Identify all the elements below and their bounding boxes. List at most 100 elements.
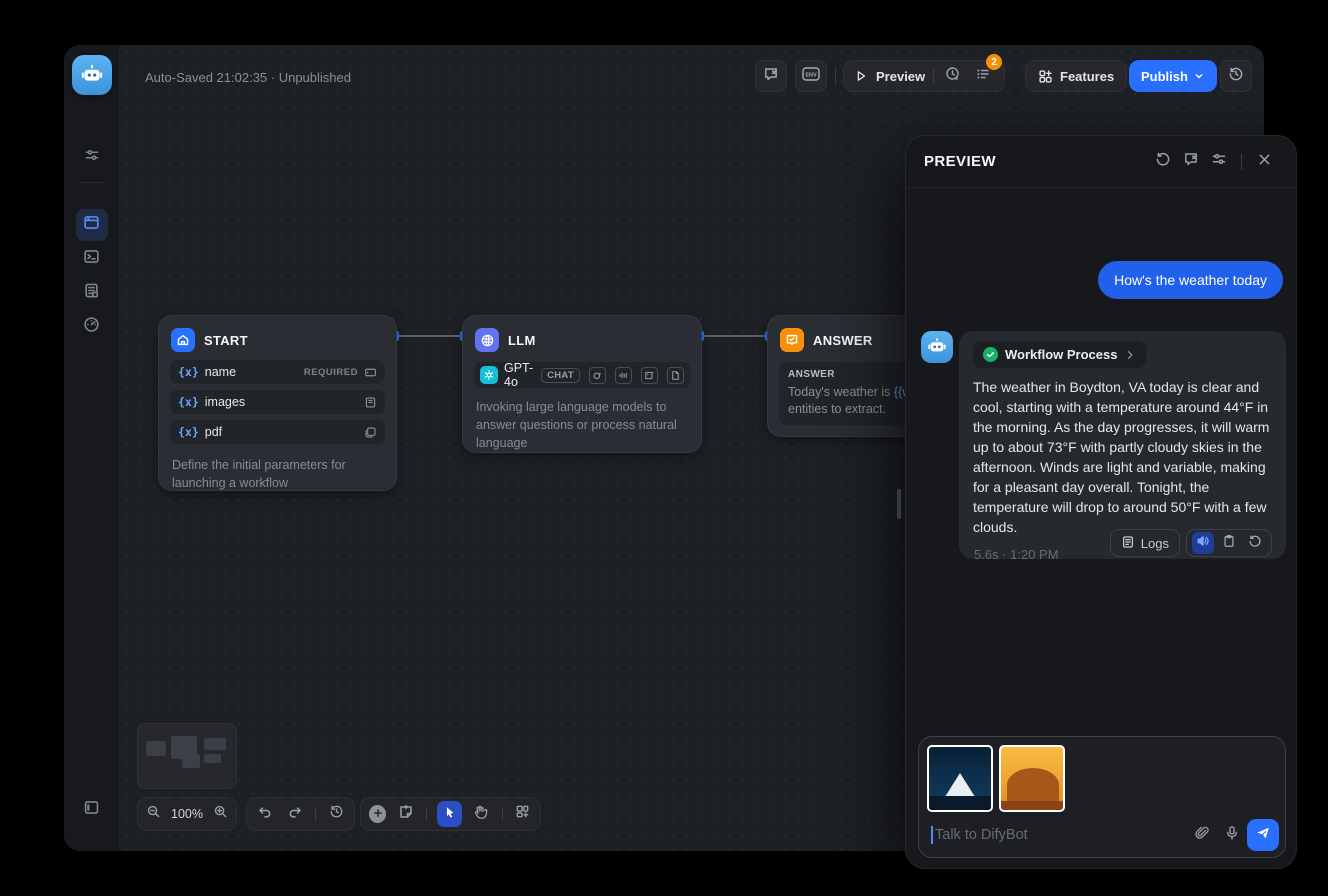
window-icon: [83, 214, 100, 236]
preview-button[interactable]: Preview: [876, 69, 925, 84]
workflow-process-toggle[interactable]: Workflow Process: [973, 341, 1146, 368]
plus-icon: [373, 805, 383, 823]
publish-label: Publish: [1141, 69, 1188, 84]
features-icon: [1038, 69, 1053, 84]
zoom-in-button[interactable]: [213, 804, 228, 824]
conversation-settings-button[interactable]: [1205, 148, 1233, 176]
features-label: Features: [1060, 69, 1114, 84]
openai-icon: [480, 366, 498, 384]
start-field-images[interactable]: {x} images: [170, 390, 385, 414]
toolbar-divider: [502, 807, 503, 821]
close-preview-button[interactable]: [1250, 148, 1278, 176]
logs-label: Logs: [1141, 536, 1169, 551]
variable-icon: {x}: [178, 425, 199, 439]
attach-file-button[interactable]: [1187, 820, 1217, 850]
text-cursor: [931, 826, 933, 844]
sidebar-item-logs[interactable]: [76, 277, 108, 309]
change-history-button[interactable]: [326, 804, 346, 824]
layout-grid-icon: [515, 804, 530, 824]
bot-message-card: Workflow Process The weather in Boydton,…: [959, 331, 1286, 559]
logs-icon: [83, 282, 100, 304]
start-field-name[interactable]: {x} name REQUIRED: [170, 360, 385, 384]
attachment-orange-mountain-image[interactable]: [999, 745, 1065, 812]
hand-mode-button[interactable]: [472, 804, 491, 824]
zoom-out-button[interactable]: [146, 804, 161, 824]
toolbar-divider: [315, 807, 316, 821]
annotation-button[interactable]: [755, 60, 787, 92]
close-icon: [1257, 152, 1272, 172]
add-node-button[interactable]: [369, 805, 386, 823]
minimap[interactable]: [137, 723, 237, 789]
logs-button[interactable]: Logs: [1110, 529, 1180, 557]
toolbar-divider: [426, 807, 427, 821]
pointer-mode-button[interactable]: [437, 801, 462, 827]
terminal-icon: [83, 248, 100, 270]
chat-input-row: [919, 813, 1285, 857]
start-field-pdf[interactable]: {x} pdf: [170, 420, 385, 444]
variable-icon: {x}: [178, 365, 199, 379]
sea-shape: [1001, 801, 1063, 810]
preview-title: PREVIEW: [924, 153, 1149, 170]
regenerate-button[interactable]: [1244, 532, 1266, 554]
redo-button[interactable]: [285, 804, 305, 824]
sidebar-item-api[interactable]: [76, 243, 108, 275]
edge-llm-answer: [702, 335, 767, 337]
text-to-speech-button[interactable]: [1192, 532, 1214, 554]
sidebar-item-orchestrate[interactable]: [76, 209, 108, 241]
organize-nodes-button[interactable]: [513, 804, 532, 824]
zoom-level[interactable]: 100%: [171, 807, 203, 821]
app-settings-button[interactable]: [76, 141, 108, 173]
screen: Auto-Saved 21:02:35 · Unpublished ENV P: [0, 0, 1328, 896]
short-text-input-icon: [364, 366, 377, 379]
chat-input[interactable]: [935, 827, 1187, 843]
llm-model-selector[interactable]: GPT-4o CHAT: [474, 362, 690, 388]
cursor-icon: [443, 805, 457, 824]
version-history-button[interactable]: [1220, 60, 1252, 92]
node-llm[interactable]: LLM GPT-4o CHAT: [462, 315, 702, 453]
play-icon: [854, 69, 868, 83]
send-button[interactable]: [1247, 819, 1279, 851]
chevron-down-icon: [1193, 70, 1205, 82]
canvas-tools-toolbar: [360, 797, 541, 831]
svg-text:ENV: ENV: [805, 72, 816, 78]
send-icon: [1255, 825, 1271, 846]
logs-icon: [1121, 535, 1135, 552]
voice-input-button[interactable]: [1217, 820, 1247, 850]
header-divider: [1241, 154, 1242, 170]
bot-avatar: [921, 331, 953, 363]
features-button[interactable]: Features: [1025, 60, 1127, 92]
sidebar-divider: [80, 182, 104, 183]
audio-capability-icon: [615, 367, 632, 384]
node-llm-title: LLM: [508, 333, 536, 348]
env-icon: ENV: [802, 67, 820, 86]
app-logo[interactable]: [72, 55, 112, 95]
answer-text-plain: Today's weather is: [788, 385, 894, 399]
mountain-dome-shape: [1007, 768, 1059, 802]
annotation-button[interactable]: [1177, 148, 1205, 176]
add-note-button[interactable]: [396, 804, 415, 824]
run-history-button[interactable]: [942, 62, 964, 90]
sliders-icon: [84, 147, 100, 168]
restart-conversation-button[interactable]: [1149, 148, 1177, 176]
checklist-badge: 2: [986, 54, 1002, 70]
history-icon: [329, 804, 344, 824]
autosave-status: Auto-Saved 21:02:35 · Unpublished: [145, 70, 351, 85]
file-input-icon: [364, 426, 377, 439]
zoom-toolbar: 100%: [137, 797, 237, 831]
collapse-sidebar-button[interactable]: [76, 794, 108, 826]
group-divider: [933, 68, 934, 84]
attachment-blue-mountain-image[interactable]: [927, 745, 993, 812]
node-start[interactable]: START {x} name REQUIRED {x} images {x}: [158, 315, 397, 491]
history-icon: [1228, 66, 1244, 87]
sidebar-item-monitoring[interactable]: [76, 311, 108, 343]
node-start-description: Define the initial parameters for launch…: [159, 450, 396, 504]
field-name: pdf: [205, 425, 352, 439]
preview-panel: PREVIEW How's the weather today: [905, 135, 1297, 869]
robot-icon: [79, 60, 105, 91]
undo-button[interactable]: [255, 804, 275, 824]
preview-resize-handle[interactable]: [897, 489, 901, 519]
copy-button[interactable]: [1218, 532, 1240, 554]
env-variables-button[interactable]: ENV: [795, 60, 827, 92]
chat-mode-tag: CHAT: [541, 368, 580, 383]
publish-button[interactable]: Publish: [1129, 60, 1217, 92]
